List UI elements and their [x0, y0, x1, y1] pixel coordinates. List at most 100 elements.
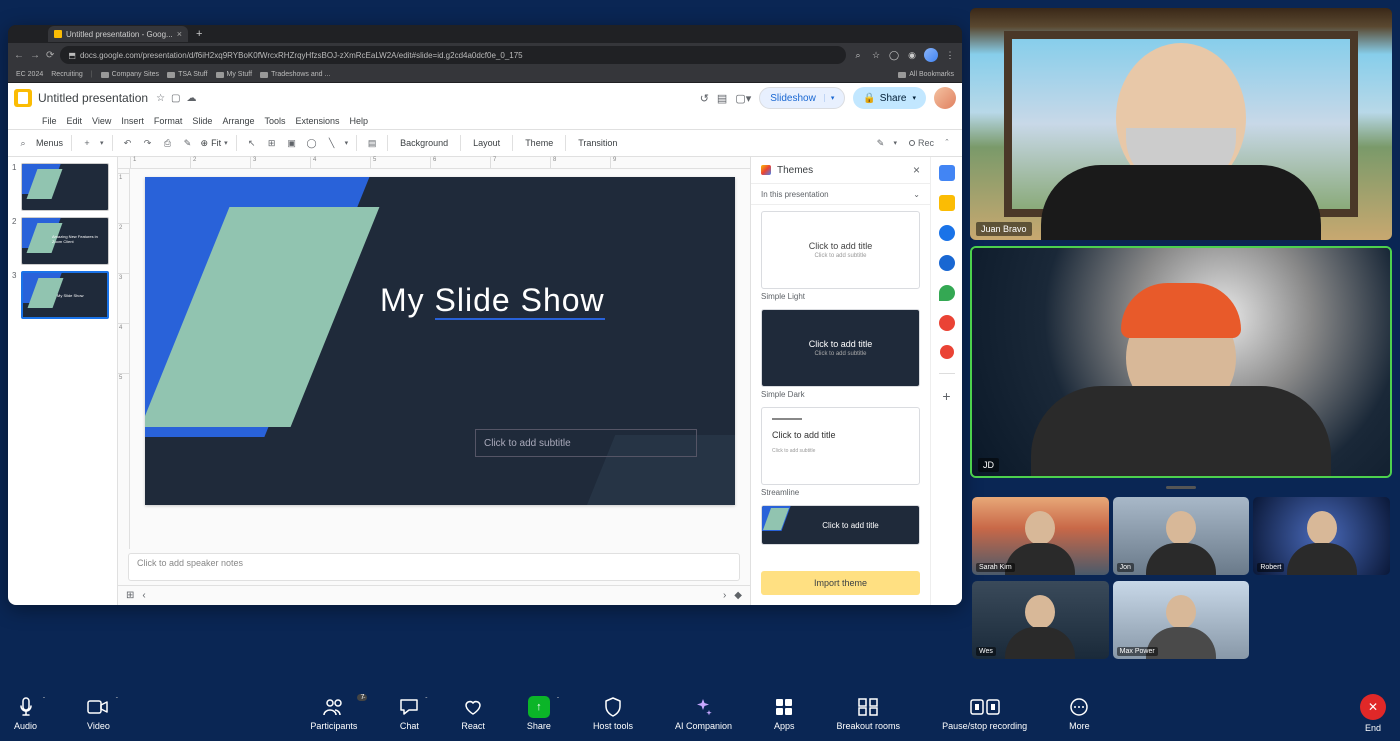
chevron-up-icon[interactable]: ˆ — [43, 698, 45, 704]
share-button[interactable]: 🔒 Share ▾ — [853, 87, 926, 109]
menu-view[interactable]: View — [92, 116, 111, 126]
document-title[interactable]: Untitled presentation — [38, 91, 148, 105]
tasks-icon[interactable] — [939, 225, 955, 241]
themes-section-toggle[interactable]: In this presentation ⌄ — [751, 183, 930, 205]
bookmark-folder[interactable]: My Stuff — [216, 71, 253, 78]
pen-icon[interactable]: ✎ — [873, 136, 887, 150]
menu-icon[interactable]: ⋮ — [944, 49, 956, 61]
browser-tab[interactable]: Untitled presentation - Goog... × — [48, 26, 188, 42]
undo-icon[interactable]: ↶ — [121, 136, 135, 150]
theme-option[interactable]: Click to add title — [761, 505, 920, 545]
participant-video[interactable]: Jon — [1113, 497, 1250, 575]
comment-icon[interactable]: ▤ — [365, 136, 379, 150]
menu-file[interactable]: File — [42, 116, 57, 126]
chevron-down-icon[interactable]: ▾ — [912, 94, 916, 102]
meet-icon[interactable]: ▢▾ — [735, 92, 751, 105]
slide-title-text[interactable]: My Slide Show — [380, 282, 605, 319]
new-tab-button[interactable]: + — [196, 28, 202, 40]
theme-button[interactable]: Theme — [521, 138, 557, 148]
menu-format[interactable]: Format — [154, 116, 183, 126]
search-icon[interactable]: ⌕ — [852, 49, 864, 61]
profile-avatar[interactable] — [924, 48, 938, 62]
menu-insert[interactable]: Insert — [121, 116, 144, 126]
chevron-up-icon[interactable]: ˆ — [425, 698, 427, 704]
end-meeting-button[interactable]: ✕ End — [1360, 694, 1386, 733]
slide-thumbnail-selected[interactable]: My Slide Show — [21, 271, 109, 319]
breakout-rooms-button[interactable]: Breakout rooms — [837, 696, 901, 731]
bookmark-all[interactable]: All Bookmarks — [898, 71, 954, 78]
menu-arrange[interactable]: Arrange — [222, 116, 254, 126]
menu-extensions[interactable]: Extensions — [295, 116, 339, 126]
participant-video[interactable]: Max Power — [1113, 581, 1250, 659]
zoom-select[interactable]: ⊕ Fit ▾ — [201, 138, 228, 149]
grid-view-icon[interactable]: ⊞ — [126, 590, 134, 601]
theme-option[interactable]: Click to add titleClick to add subtitle … — [761, 211, 920, 301]
chevron-up-icon[interactable]: ˆ — [940, 136, 954, 150]
bookmark-item[interactable]: EC 2024 — [16, 71, 43, 78]
keep-icon[interactable] — [939, 195, 955, 211]
move-icon[interactable]: ▢ — [171, 93, 180, 104]
chevron-down-icon[interactable]: ▾ — [345, 139, 349, 147]
close-icon[interactable]: × — [177, 29, 182, 39]
star-icon[interactable]: ☆ — [870, 49, 882, 61]
video-button[interactable]: Video ˆ — [87, 696, 110, 731]
addon-icon[interactable] — [939, 315, 955, 331]
reload-icon[interactable]: ⟳ — [46, 50, 54, 61]
menu-help[interactable]: Help — [350, 116, 369, 126]
theme-option[interactable]: Click to add titleClick to add subtitle … — [761, 407, 920, 497]
participant-video[interactable]: Juan Bravo — [970, 8, 1392, 240]
history-icon[interactable]: ↺ — [700, 92, 709, 105]
bookmark-folder[interactable]: Company Sites — [101, 71, 159, 78]
menu-edit[interactable]: Edit — [67, 116, 83, 126]
menus-button[interactable]: Menus — [36, 138, 63, 148]
participant-video[interactable]: Wes — [972, 581, 1109, 659]
chevron-up-icon[interactable]: ˆ — [557, 698, 559, 704]
chevron-down-icon[interactable]: ▾ — [100, 139, 104, 147]
host-tools-button[interactable]: Host tools — [593, 696, 633, 731]
redo-icon[interactable]: ↷ — [141, 136, 155, 150]
new-slide-icon[interactable]: + — [80, 136, 94, 150]
menu-tools[interactable]: Tools — [264, 116, 285, 126]
participants-button[interactable]: 7 Participants ˆ — [310, 696, 357, 731]
apps-button[interactable]: Apps — [774, 696, 795, 731]
paint-format-icon[interactable]: ✎ — [181, 136, 195, 150]
slide-canvas[interactable]: My Slide Show Click to add subtitle — [145, 177, 735, 505]
explore-icon[interactable]: ◆ — [734, 590, 742, 601]
participant-video[interactable]: Robert — [1253, 497, 1390, 575]
print-icon[interactable]: ⎙ — [161, 136, 175, 150]
chevron-down-icon[interactable]: ▾ — [893, 139, 897, 147]
chevron-up-icon[interactable]: ˆ — [116, 698, 118, 704]
rec-button[interactable]: Rec — [909, 138, 934, 148]
comment-icon[interactable]: ▤ — [717, 92, 727, 105]
more-button[interactable]: More — [1069, 696, 1090, 731]
slide-thumbnail[interactable] — [21, 163, 109, 211]
url-field[interactable]: ⬒ docs.google.com/presentation/d/f6iH2xq… — [60, 46, 846, 64]
slide-thumbnail[interactable]: Amazing New Features in Zoom Client — [21, 217, 109, 265]
participant-video[interactable]: Sarah Kim — [972, 497, 1109, 575]
select-icon[interactable]: ↖ — [245, 136, 259, 150]
import-theme-button[interactable]: Import theme — [761, 571, 920, 595]
record-button[interactable]: Pause/stop recording — [942, 696, 1027, 731]
star-icon[interactable]: ☆ — [156, 93, 165, 104]
line-icon[interactable]: ╲ — [325, 136, 339, 150]
search-icon[interactable]: ⌕ — [16, 136, 30, 150]
bookmark-item[interactable]: Recruiting — [51, 71, 83, 78]
share-screen-button[interactable]: ↑ Share ˆ — [527, 696, 551, 731]
slides-logo-icon[interactable] — [14, 89, 32, 107]
calendar-icon[interactable] — [939, 165, 955, 181]
bookmark-folder[interactable]: Tradeshows and ... — [260, 71, 330, 78]
ai-companion-button[interactable]: AI Companion — [675, 696, 732, 731]
user-avatar[interactable] — [934, 87, 956, 109]
chat-button[interactable]: Chat ˆ — [399, 696, 419, 731]
chevron-down-icon[interactable]: ▾ — [824, 94, 835, 102]
close-icon[interactable]: × — [913, 163, 920, 177]
forward-icon[interactable]: → — [30, 50, 40, 61]
theme-option[interactable]: Click to add titleClick to add subtitle … — [761, 309, 920, 399]
participant-video-active[interactable]: JD — [970, 246, 1392, 478]
drag-handle[interactable] — [1166, 486, 1196, 489]
contacts-icon[interactable] — [939, 255, 955, 271]
extension-icon[interactable]: ◯ — [888, 49, 900, 61]
audio-button[interactable]: Audio ˆ — [14, 696, 37, 731]
react-button[interactable]: React — [461, 696, 485, 731]
chevron-up-icon[interactable]: ˆ — [363, 698, 365, 704]
